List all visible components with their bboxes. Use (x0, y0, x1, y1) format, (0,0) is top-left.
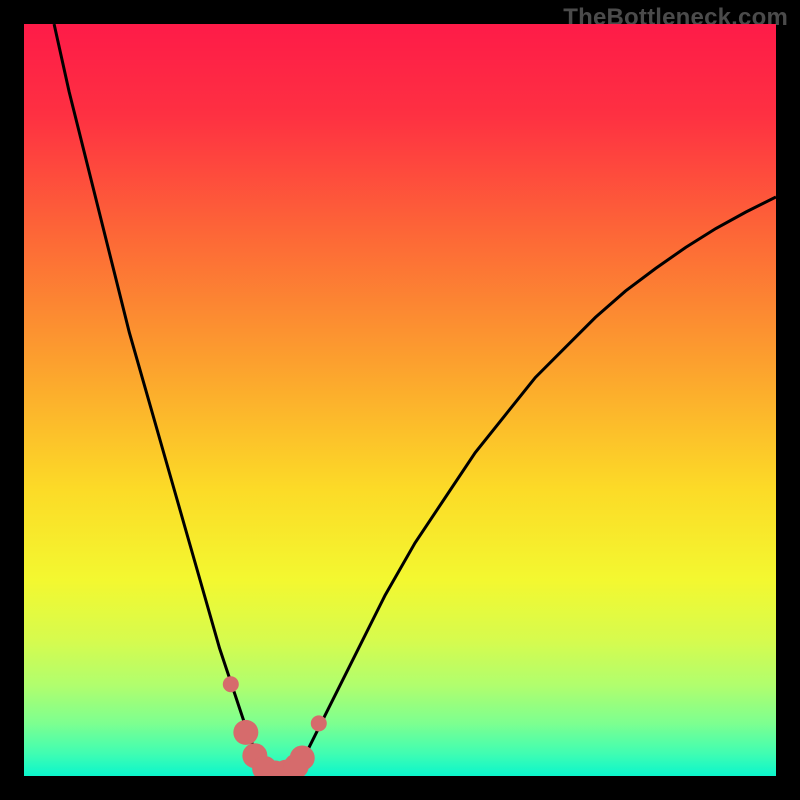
chart-frame: TheBottleneck.com (0, 0, 800, 800)
marker-dot (233, 720, 258, 745)
gradient-background (24, 24, 776, 776)
plot-area (24, 24, 776, 776)
marker-dot (223, 676, 239, 692)
bottleneck-chart (24, 24, 776, 776)
marker-dot (290, 745, 315, 770)
marker-dot (311, 715, 327, 731)
